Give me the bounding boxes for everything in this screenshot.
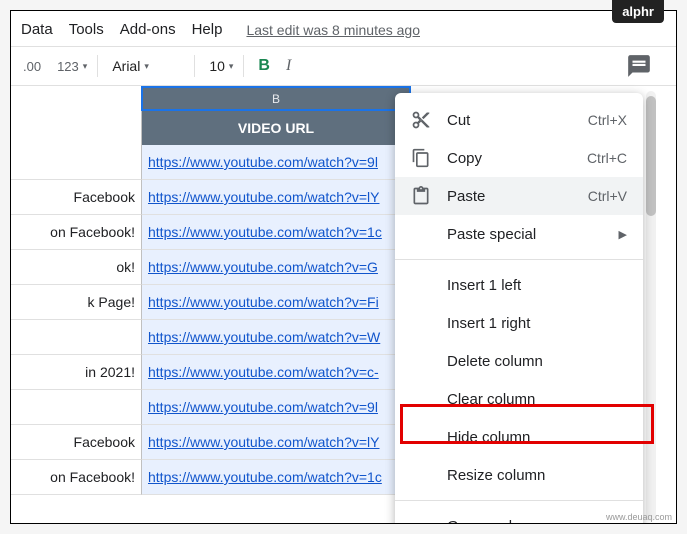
menu-label: Hide column <box>447 429 627 446</box>
menu-cut[interactable]: Cut Ctrl+X <box>395 101 643 139</box>
watermark: www.deuaq.com <box>606 512 672 522</box>
cut-icon <box>411 110 431 130</box>
menu-paste-special[interactable]: Paste special ▶ <box>395 215 643 253</box>
cell-b[interactable]: https://www.youtube.com/watch?v=1c <box>141 215 411 250</box>
cell-b[interactable]: https://www.youtube.com/watch?v=W <box>141 320 411 355</box>
cell-b[interactable]: https://www.youtube.com/watch?v=1c <box>141 460 411 495</box>
url-link[interactable]: https://www.youtube.com/watch?v=G <box>148 259 378 275</box>
decrease-decimal-button[interactable]: .00 <box>17 55 47 78</box>
menu-hide-column[interactable]: Hide column <box>395 418 643 456</box>
url-link[interactable]: https://www.youtube.com/watch?v=c- <box>148 364 379 380</box>
column-a: Facebook on Facebook! ok! k Page! in 202… <box>11 145 142 495</box>
menu-label: Insert 1 left <box>447 277 627 294</box>
cell-a[interactable]: in 2021! <box>11 355 142 390</box>
menu-shortcut: Ctrl+X <box>588 112 627 128</box>
cell-a[interactable] <box>11 320 142 355</box>
menu-help[interactable]: Help <box>192 21 223 38</box>
scrollbar-thumb[interactable] <box>646 96 656 216</box>
cell-a[interactable]: ok! <box>11 250 142 285</box>
menu-resize-column[interactable]: Resize column <box>395 456 643 494</box>
paste-icon <box>411 186 431 206</box>
menu-addons[interactable]: Add-ons <box>120 21 176 38</box>
column-header-b[interactable]: B <box>141 86 411 111</box>
font-family-dropdown[interactable]: Arial <box>106 54 186 78</box>
cell-a[interactable]: Facebook <box>11 180 142 215</box>
cell-a[interactable] <box>11 145 142 180</box>
menu-label: Group column <box>447 518 627 525</box>
header-cell-video-url[interactable]: VIDEO URL <box>141 111 411 145</box>
menu-shortcut: Ctrl+V <box>588 188 627 204</box>
menu-label: Cut <box>447 112 588 129</box>
column-b: https://www.youtube.com/watch?v=9l https… <box>141 145 411 495</box>
cell-b[interactable]: https://www.youtube.com/watch?v=lY <box>141 180 411 215</box>
menu-tools[interactable]: Tools <box>69 21 104 38</box>
cell-a[interactable] <box>11 390 142 425</box>
menu-label: Insert 1 right <box>447 315 627 332</box>
cell-b[interactable]: https://www.youtube.com/watch?v=Fi <box>141 285 411 320</box>
column-context-menu: Cut Ctrl+X Copy Ctrl+C Paste Ctrl+V Past… <box>395 93 643 524</box>
cell-a[interactable]: on Facebook! <box>11 460 142 495</box>
url-link[interactable]: https://www.youtube.com/watch?v=1c <box>148 469 382 485</box>
url-link[interactable]: https://www.youtube.com/watch?v=lY <box>148 189 380 205</box>
copy-icon <box>411 148 431 168</box>
url-link[interactable]: https://www.youtube.com/watch?v=lY <box>148 434 380 450</box>
cell-b[interactable]: https://www.youtube.com/watch?v=9l <box>141 390 411 425</box>
url-link[interactable]: https://www.youtube.com/watch?v=9l <box>148 154 378 170</box>
italic-button[interactable]: I <box>280 53 297 79</box>
menu-label: Clear column <box>447 391 627 408</box>
menu-label: Paste <box>447 188 588 205</box>
menu-label: Paste special <box>447 226 619 243</box>
font-size-dropdown[interactable]: 10 <box>203 54 235 78</box>
menu-clear-column[interactable]: Clear column <box>395 380 643 418</box>
menu-label: Copy <box>447 150 587 167</box>
cell-b[interactable]: https://www.youtube.com/watch?v=lY <box>141 425 411 460</box>
menu-insert-right[interactable]: Insert 1 right <box>395 304 643 342</box>
app-frame: Data Tools Add-ons Help Last edit was 8 … <box>10 10 677 524</box>
submenu-arrow-icon: ▶ <box>619 228 627 241</box>
menu-delete-column[interactable]: Delete column <box>395 342 643 380</box>
menu-separator <box>395 259 643 260</box>
url-link[interactable]: https://www.youtube.com/watch?v=Fi <box>148 294 379 310</box>
toolbar: .00 123 Arial 10 B I <box>11 46 676 86</box>
cell-b[interactable]: https://www.youtube.com/watch?v=G <box>141 250 411 285</box>
cell-a[interactable]: on Facebook! <box>11 215 142 250</box>
menu-label: Resize column <box>447 467 627 484</box>
url-link[interactable]: https://www.youtube.com/watch?v=1c <box>148 224 382 240</box>
comment-history-icon[interactable] <box>626 53 652 79</box>
bold-button[interactable]: B <box>252 53 276 79</box>
menu-copy[interactable]: Copy Ctrl+C <box>395 139 643 177</box>
last-edit-link[interactable]: Last edit was 8 minutes ago <box>246 22 420 38</box>
menu-label: Delete column <box>447 353 627 370</box>
menu-separator <box>395 500 643 501</box>
number-format-dropdown[interactable]: 123 <box>51 55 89 78</box>
cell-b[interactable]: https://www.youtube.com/watch?v=c- <box>141 355 411 390</box>
menu-data[interactable]: Data <box>21 21 53 38</box>
vertical-scrollbar[interactable] <box>646 91 656 521</box>
toolbar-divider <box>194 55 195 77</box>
menu-shortcut: Ctrl+C <box>587 150 627 166</box>
menubar: Data Tools Add-ons Help Last edit was 8 … <box>11 11 676 46</box>
cell-a[interactable]: Facebook <box>11 425 142 460</box>
cell-b[interactable]: https://www.youtube.com/watch?v=9l <box>141 145 411 180</box>
url-link[interactable]: https://www.youtube.com/watch?v=W <box>148 329 380 345</box>
url-link[interactable]: https://www.youtube.com/watch?v=9l <box>148 399 378 415</box>
menu-paste[interactable]: Paste Ctrl+V <box>395 177 643 215</box>
cell-a[interactable]: k Page! <box>11 285 142 320</box>
toolbar-divider <box>243 55 244 77</box>
alphr-badge: alphr <box>612 0 664 23</box>
toolbar-divider <box>97 55 98 77</box>
menu-insert-left[interactable]: Insert 1 left <box>395 266 643 304</box>
